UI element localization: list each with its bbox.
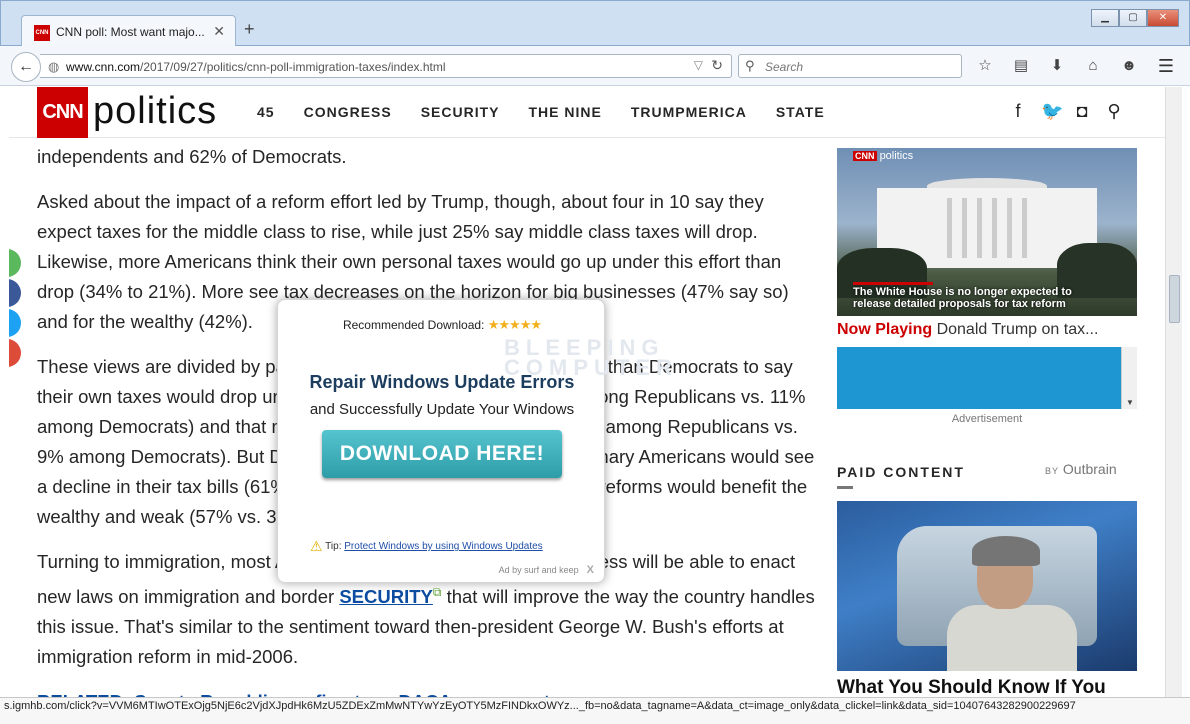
tip-link[interactable]: Protect Windows by using Windows Updates [344, 541, 542, 552]
now-playing[interactable]: Now Playing Donald Trump on tax... [837, 321, 1098, 339]
globe-icon: ◍ [48, 59, 60, 74]
tab-close-icon[interactable]: ✕ [213, 23, 225, 40]
video-player[interactable]: CNN politics The White House is no longe… [837, 148, 1137, 316]
search-bar[interactable]: ⚲ Search [738, 54, 962, 78]
vertical-scrollbar[interactable] [1165, 87, 1182, 697]
popup-tip: ⚠ Tip: Protect Windows by using Windows … [310, 538, 543, 554]
minimize-button[interactable]: ▁ [1091, 9, 1119, 27]
outbrain-logo[interactable]: BY Outbrain [1045, 461, 1117, 477]
cnn-favicon-icon: CNN [34, 25, 50, 41]
advertisement-label: Advertisement [951, 413, 1023, 425]
toolbar-icons: ☆ ▤ ⬇ ⌂ ☻ [972, 55, 1142, 77]
video-tag: CNN politics [853, 150, 914, 162]
back-button[interactable]: ← [11, 52, 41, 82]
instagram-icon[interactable]: ◘ [1073, 101, 1091, 122]
maximize-button[interactable]: ▢ [1119, 9, 1147, 27]
window-controls: ▁ ▢ ✕ [1091, 9, 1179, 29]
facebook-icon[interactable]: f [1009, 101, 1027, 122]
google-share-icon[interactable] [9, 339, 21, 367]
search-icon[interactable]: ⚲ [1105, 101, 1123, 122]
cnn-logo[interactable]: CNN [37, 87, 88, 138]
popup-title: Repair Windows Update Errors [309, 372, 575, 392]
recommended-download: Recommended Download: ★★★★★ [342, 317, 542, 332]
chat-icon[interactable]: ☻ [1116, 55, 1142, 77]
download-icon[interactable]: ⬇ [1044, 55, 1070, 77]
search-icon: ⚲ [745, 58, 755, 73]
reload-icon[interactable]: ↻ [711, 57, 723, 74]
twitter-share-icon[interactable] [9, 309, 21, 337]
tab-title: CNN poll: Most want majo... [56, 25, 205, 39]
cnn-header: CNN politics 45 CONGRESS SECURITY THE NI… [9, 87, 1165, 138]
web-page: CNN politics 45 CONGRESS SECURITY THE NI… [9, 87, 1165, 697]
status-bar: s.igmhb.com/click?v=VVM6MTIwOTExOjg5NjE6… [0, 697, 1190, 724]
security-link[interactable]: SECURITY [339, 586, 433, 607]
bookmark-star-icon[interactable]: ☆ [972, 55, 998, 77]
twitter-icon[interactable]: 🐦 [1041, 101, 1063, 122]
download-button[interactable]: DOWNLOAD HERE! [322, 430, 562, 478]
hamburger-menu-icon[interactable]: ☰ [1158, 56, 1174, 77]
navigation-toolbar: ◍ www.cnn.com/2017/09/27/politics/cnn-po… [0, 46, 1190, 86]
ad-attribution: Ad by surf and keep X [498, 564, 594, 576]
advertisement-box[interactable]: ▼ [837, 347, 1137, 409]
browser-tab[interactable]: CNN CNN poll: Most want majo... ✕ [21, 15, 236, 48]
popup-subtitle: and Successfully Update Your Windows [309, 401, 575, 418]
nav-item-state[interactable]: STATE [776, 104, 825, 120]
paid-content-heading: PAID CONTENT [837, 464, 965, 480]
video-caption: The White House is no longer expected to… [853, 286, 1072, 310]
new-tab-button[interactable]: + [244, 19, 255, 40]
nav-item-security[interactable]: SECURITY [421, 104, 500, 120]
url-dropdown-icon[interactable]: ▽ [694, 58, 703, 72]
url-text[interactable]: www.cnn.com/2017/09/27/politics/cnn-poll… [66, 60, 446, 74]
article-paragraph: independents and 62% of Democrats. [37, 146, 347, 167]
close-window-button[interactable]: ✕ [1147, 9, 1179, 27]
nav-item-congress[interactable]: CONGRESS [304, 104, 392, 120]
home-icon[interactable]: ⌂ [1080, 55, 1106, 77]
nav-item-the-nine[interactable]: THE NINE [529, 104, 602, 120]
share-green-icon[interactable] [9, 249, 21, 277]
ad-scrollbar[interactable]: ▼ [1121, 347, 1137, 409]
nav-item-45[interactable]: 45 [257, 104, 275, 120]
reading-list-icon[interactable]: ▤ [1008, 55, 1034, 77]
section-nav: 45 CONGRESS SECURITY THE NINE TRUMPMERIC… [257, 104, 825, 120]
popup-ad: Recommended Download: ★★★★★ BLEEPING COM… [277, 299, 672, 583]
sponsored-photo[interactable] [837, 501, 1137, 671]
sponsored-headline[interactable]: What You Should Know If You [837, 677, 1106, 697]
social-icons: f 🐦 ◘ ⚲ [1009, 101, 1123, 122]
related-link[interactable]: RELATED: Senate Republicans fine-tune DA… [37, 687, 822, 697]
warning-icon: ⚠ [310, 538, 323, 554]
scroll-down-icon: ▼ [1126, 398, 1134, 407]
search-placeholder[interactable]: Search [765, 60, 803, 74]
address-bar[interactable]: ◍ www.cnn.com/2017/09/27/politics/cnn-po… [40, 54, 732, 78]
share-bar [9, 249, 21, 369]
divider [837, 486, 853, 489]
popup-close-button[interactable]: X [587, 564, 594, 576]
nav-item-trumpmerica[interactable]: TRUMPMERICA [631, 104, 747, 120]
politics-wordmark[interactable]: politics [93, 90, 217, 133]
scrollbar-thumb[interactable] [1169, 275, 1180, 323]
title-bar: CNN CNN poll: Most want majo... ✕ + ▁ ▢ … [0, 0, 1190, 48]
facebook-share-icon[interactable] [9, 279, 21, 307]
rating-stars: ★★★★★ [487, 317, 542, 332]
